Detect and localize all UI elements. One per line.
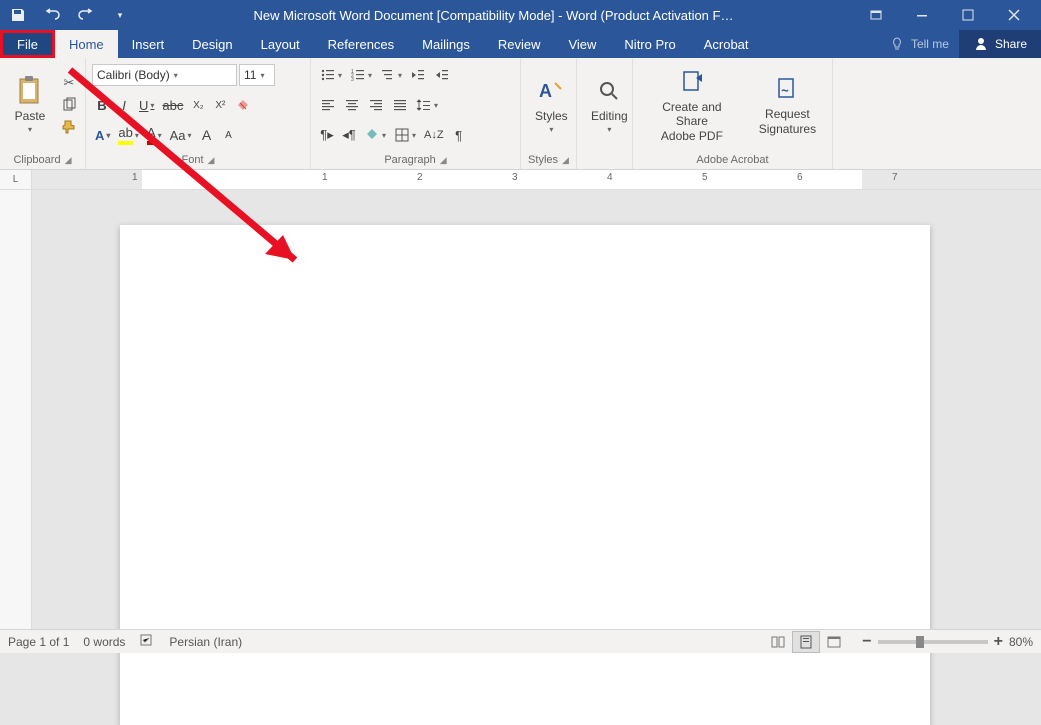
styles-icon: A <box>535 75 567 107</box>
pdf-share-icon <box>676 66 708 98</box>
close-button[interactable] <box>991 0 1037 30</box>
ltr-button[interactable]: ¶▸ <box>317 124 337 146</box>
change-case-button[interactable]: Aa <box>167 124 195 146</box>
signature-icon <box>771 73 803 105</box>
bullets-button[interactable] <box>317 64 345 86</box>
subscript-button[interactable]: X₂ <box>188 94 208 116</box>
lightbulb-icon <box>889 36 905 52</box>
clipboard-group-label: Clipboard <box>13 154 60 166</box>
word-count-status[interactable]: 0 words <box>83 635 125 649</box>
editing-button[interactable]: Editing ▾ <box>583 62 636 147</box>
page-number-status[interactable]: Page 1 of 1 <box>8 635 69 649</box>
font-group-label: Font <box>182 154 204 166</box>
tab-home[interactable]: Home <box>55 30 118 58</box>
language-status[interactable]: Persian (Iran) <box>169 635 242 649</box>
maximize-button[interactable] <box>945 0 991 30</box>
create-share-pdf-button[interactable]: Create and Share Adobe PDF <box>639 62 745 147</box>
request-signatures-button[interactable]: Request Signatures <box>749 62 826 147</box>
tab-selector-icon[interactable]: L <box>0 170 32 189</box>
web-layout-icon[interactable] <box>820 631 848 653</box>
sort-button[interactable]: A↓Z <box>421 124 447 146</box>
zoom-level[interactable]: 80% <box>1009 635 1033 649</box>
zoom-in-button[interactable]: + <box>994 633 1003 651</box>
acrobat-group-label: Adobe Acrobat <box>696 154 768 166</box>
text-effects-button[interactable]: A <box>92 124 113 146</box>
highlight-button[interactable]: ab <box>115 124 141 146</box>
paragraph-dialog-launcher-icon[interactable]: ◢ <box>440 155 447 166</box>
paste-label: Paste <box>15 109 46 123</box>
decrease-indent-button[interactable] <box>407 64 429 86</box>
tab-acrobat[interactable]: Acrobat <box>690 30 763 58</box>
undo-icon[interactable] <box>38 2 66 28</box>
superscript-button[interactable]: X² <box>210 94 230 116</box>
tell-me-label: Tell me <box>911 37 949 51</box>
tab-view[interactable]: View <box>554 30 610 58</box>
svg-text:A: A <box>539 81 552 101</box>
tab-design[interactable]: Design <box>178 30 246 58</box>
font-size-combo[interactable]: 11▾ <box>239 64 275 86</box>
font-dialog-launcher-icon[interactable]: ◢ <box>208 155 215 166</box>
tab-review[interactable]: Review <box>484 30 555 58</box>
font-color-button[interactable]: A <box>144 124 165 146</box>
tab-references[interactable]: References <box>314 30 408 58</box>
styles-button[interactable]: A Styles ▾ <box>527 62 576 147</box>
line-spacing-button[interactable] <box>413 94 441 116</box>
paste-button[interactable]: Paste ▾ <box>6 62 54 147</box>
read-mode-icon[interactable] <box>764 631 792 653</box>
shrink-font-button[interactable]: A <box>219 124 239 146</box>
format-painter-icon[interactable] <box>58 117 80 137</box>
show-marks-button[interactable]: ¶ <box>449 124 469 146</box>
bold-button[interactable]: B <box>92 94 112 116</box>
horizontal-ruler[interactable]: 1 1 2 3 4 5 6 7 <box>32 170 1041 189</box>
italic-button[interactable]: I <box>114 94 134 116</box>
tab-file[interactable]: File <box>0 30 55 58</box>
redo-icon[interactable] <box>72 2 100 28</box>
align-center-button[interactable] <box>341 94 363 116</box>
tab-insert[interactable]: Insert <box>118 30 179 58</box>
cut-icon[interactable]: ✂ <box>58 73 80 93</box>
person-icon <box>973 36 989 52</box>
increase-indent-button[interactable] <box>431 64 453 86</box>
zoom-out-button[interactable]: − <box>862 633 871 651</box>
share-button[interactable]: Share <box>959 30 1041 58</box>
print-layout-icon[interactable] <box>792 631 820 653</box>
multilevel-list-button[interactable] <box>377 64 405 86</box>
tab-mailings[interactable]: Mailings <box>408 30 484 58</box>
grow-font-button[interactable]: A <box>197 124 217 146</box>
save-icon[interactable] <box>4 2 32 28</box>
numbering-button[interactable]: 123 <box>347 64 375 86</box>
underline-button[interactable]: U <box>136 94 157 116</box>
clear-formatting-icon[interactable] <box>232 94 254 116</box>
tab-nitro-pro[interactable]: Nitro Pro <box>610 30 689 58</box>
spell-check-icon[interactable] <box>139 632 155 651</box>
clipboard-dialog-launcher-icon[interactable]: ◢ <box>65 155 72 166</box>
align-left-button[interactable] <box>317 94 339 116</box>
zoom-slider[interactable] <box>878 640 988 644</box>
window-title: New Microsoft Word Document [Compatibili… <box>134 8 853 23</box>
minimize-button[interactable] <box>899 0 945 30</box>
vertical-ruler[interactable] <box>0 190 32 629</box>
ribbon-display-options-icon[interactable] <box>853 0 899 30</box>
rtl-button[interactable]: ◂¶ <box>339 124 359 146</box>
clipboard-icon <box>14 75 46 107</box>
font-name-combo[interactable]: Calibri (Body)▾ <box>92 64 237 86</box>
tell-me-search[interactable]: Tell me <box>879 30 959 58</box>
customize-qat-icon[interactable]: ▾ <box>106 2 134 28</box>
paragraph-group-label: Paragraph <box>384 154 435 166</box>
styles-dialog-launcher-icon[interactable]: ◢ <box>562 155 569 166</box>
tab-layout[interactable]: Layout <box>247 30 314 58</box>
copy-icon[interactable] <box>58 95 80 115</box>
styles-group-label: Styles <box>528 154 558 166</box>
share-label: Share <box>995 37 1027 51</box>
align-right-button[interactable] <box>365 94 387 116</box>
justify-button[interactable] <box>389 94 411 116</box>
find-icon <box>593 75 625 107</box>
borders-button[interactable] <box>391 124 419 146</box>
shading-button[interactable] <box>361 124 389 146</box>
strikethrough-button[interactable]: abc <box>159 94 186 116</box>
svg-text:3: 3 <box>351 77 354 83</box>
